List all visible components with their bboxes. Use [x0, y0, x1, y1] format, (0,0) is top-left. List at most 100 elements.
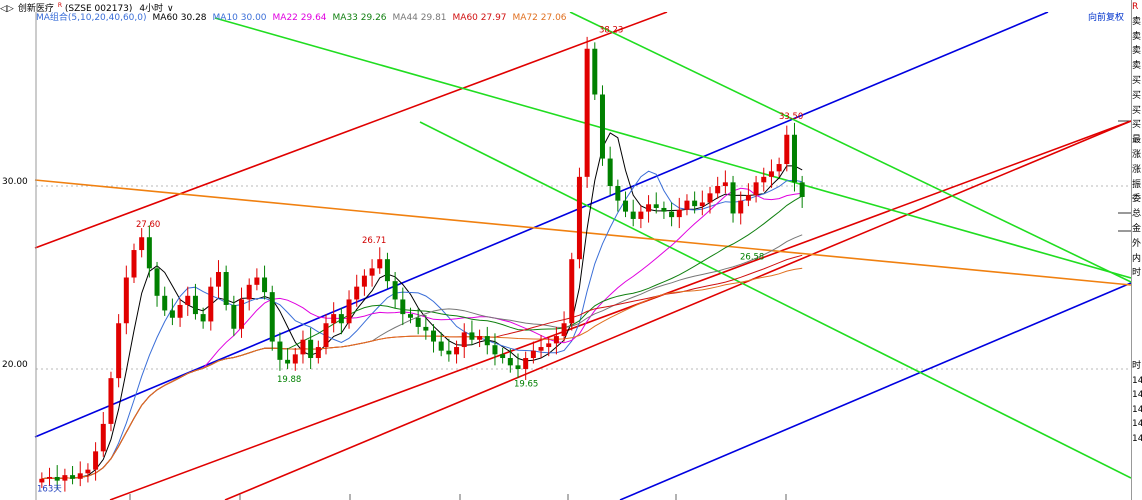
candle-body[interactable] [638, 211, 644, 219]
candle-body[interactable] [799, 182, 805, 197]
candle-body[interactable] [469, 332, 475, 340]
candle-body[interactable] [39, 478, 45, 483]
candle-body[interactable] [169, 310, 175, 318]
ma-group-label[interactable]: MA组合(5,10,20,40,60,0) [36, 13, 147, 23]
candle-body[interactable] [615, 186, 621, 201]
candle-body[interactable] [784, 134, 790, 165]
price-chart[interactable]: 27.6026.7138.2333.5019.88 19.6526.58163天 … [0, 0, 1131, 500]
candle-body[interactable] [269, 292, 275, 342]
candle-body[interactable] [730, 182, 736, 214]
candle-body[interactable] [538, 347, 544, 351]
candle-body[interactable] [254, 277, 260, 285]
candle-body[interactable] [500, 354, 506, 359]
candle-body[interactable] [646, 204, 652, 212]
candle-body[interactable] [761, 176, 767, 183]
candle-body[interactable] [400, 299, 406, 315]
candle-body[interactable] [354, 286, 360, 300]
candle-body[interactable] [768, 171, 774, 177]
candle-body[interactable] [116, 323, 122, 379]
candle-body[interactable] [630, 211, 636, 219]
candle-body[interactable] [661, 207, 667, 212]
candle-body[interactable] [192, 295, 198, 315]
candle-body[interactable] [361, 275, 367, 287]
candle-body[interactable] [285, 359, 291, 364]
candle-body[interactable] [707, 193, 713, 203]
candle-body[interactable] [607, 158, 613, 186]
candle-body[interactable] [431, 330, 437, 342]
candle-body[interactable] [553, 336, 559, 344]
candle-body[interactable] [446, 350, 452, 355]
candle-body[interactable] [338, 314, 344, 324]
candle-body[interactable] [323, 323, 329, 348]
candle-body[interactable] [200, 314, 206, 322]
candle-body[interactable] [454, 347, 460, 355]
candle-body[interactable] [576, 176, 582, 260]
candle-body[interactable] [162, 295, 168, 311]
candle-body[interactable] [561, 323, 567, 337]
candle-body[interactable] [146, 237, 152, 269]
candle-body[interactable] [492, 345, 498, 355]
candle-body[interactable] [791, 134, 797, 183]
candle-body[interactable] [592, 48, 598, 95]
candle-body[interactable] [484, 336, 490, 346]
candle-body[interactable] [177, 304, 183, 318]
candle-body[interactable] [684, 200, 690, 210]
candle-body[interactable] [699, 202, 705, 207]
candle-body[interactable] [223, 272, 229, 305]
candle-body[interactable] [47, 476, 53, 479]
candle-body[interactable] [100, 423, 106, 452]
candle-body[interactable] [246, 284, 252, 300]
candle-body[interactable] [676, 209, 682, 218]
candle-body[interactable] [131, 250, 137, 278]
candle-body[interactable] [93, 451, 99, 470]
candle-body[interactable] [692, 200, 698, 207]
candle-body[interactable] [308, 339, 314, 359]
candle-body[interactable] [369, 268, 375, 276]
candle-body[interactable] [599, 94, 605, 159]
candle-body[interactable] [653, 204, 659, 208]
candle-body[interactable] [277, 341, 283, 360]
candle-body[interactable] [523, 358, 529, 369]
candle-body[interactable] [185, 295, 191, 305]
candle-body[interactable] [461, 332, 467, 348]
candle-body[interactable] [530, 350, 536, 359]
candle-body[interactable] [123, 277, 129, 324]
candle-body[interactable] [569, 259, 575, 324]
candle-body[interactable] [54, 476, 60, 481]
candle-body[interactable] [377, 259, 383, 269]
candle-body[interactable] [438, 341, 444, 351]
candle-body[interactable] [745, 195, 751, 201]
candle-body[interactable] [231, 304, 237, 329]
candle-body[interactable] [515, 365, 521, 369]
candle-body[interactable] [215, 272, 221, 287]
candle-body[interactable] [776, 164, 782, 172]
candle-body[interactable] [108, 378, 114, 424]
candle-body[interactable] [292, 354, 298, 364]
candle-body[interactable] [477, 336, 483, 340]
candle-body[interactable] [722, 182, 728, 186]
candle-body[interactable] [507, 358, 513, 366]
candle-body[interactable] [384, 259, 390, 282]
candle-body[interactable] [70, 475, 76, 479]
candle-body[interactable] [208, 286, 214, 322]
candle-body[interactable] [331, 314, 337, 324]
candle-body[interactable] [546, 343, 552, 348]
candle-body[interactable] [315, 347, 321, 359]
candle-body[interactable] [346, 299, 352, 324]
candle-body[interactable] [139, 237, 145, 251]
candle-body[interactable] [753, 182, 759, 196]
nav-arrows-icon[interactable]: ◁▷ [0, 4, 14, 14]
candle-body[interactable] [62, 475, 68, 481]
candle-body[interactable] [154, 268, 160, 296]
candle-body[interactable] [623, 200, 629, 212]
candle-body[interactable] [85, 469, 91, 474]
candle-body[interactable] [669, 211, 675, 218]
candle-body[interactable] [77, 473, 83, 479]
candle-body[interactable] [738, 200, 744, 214]
candle-body[interactable] [407, 314, 413, 318]
candle-body[interactable] [239, 299, 245, 329]
candle-body[interactable] [715, 186, 721, 194]
candle-body[interactable] [415, 317, 421, 327]
candle-body[interactable] [392, 281, 398, 300]
candle-body[interactable] [584, 48, 590, 177]
